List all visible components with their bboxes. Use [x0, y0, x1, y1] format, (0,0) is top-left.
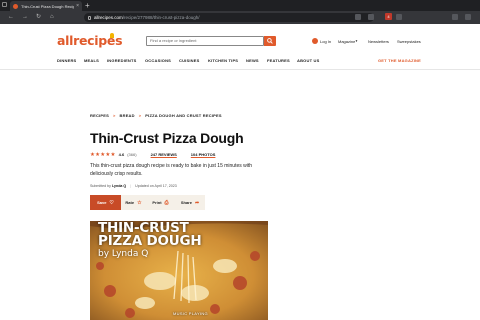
updated-date: Updated on April 17, 2023 [135, 184, 177, 188]
address-bar[interactable]: allrecipes.com /recipe/277988/thin-crust… [84, 13, 374, 22]
magazine-menu[interactable]: Magazine [338, 39, 355, 44]
rating-value: 4.6 [118, 152, 125, 157]
rate-button[interactable]: Rate ☆ [121, 195, 146, 210]
site-header: allrecipes Find a recipe or ingredient L… [0, 24, 480, 70]
reviews-link[interactable]: 247 REVIEWS [151, 152, 177, 157]
search-icon [267, 38, 273, 44]
profile-icon[interactable] [465, 14, 471, 20]
tab-search-icon[interactable] [2, 2, 7, 7]
print-label: Print [152, 200, 162, 205]
save-label: Save [97, 200, 107, 205]
recipe-video[interactable]: THIN-CRUST PIZZA DOUGH by Lynda Q MUSIC … [90, 221, 268, 320]
breadcrumb-pizza-dough[interactable]: PIZZA DOUGH AND CRUST RECIPES [145, 113, 221, 118]
heart-icon: ♡ [109, 199, 114, 206]
extension-badge-icon[interactable]: 4 [385, 13, 392, 20]
breadcrumb-bread[interactable]: BREAD [120, 113, 135, 118]
share-label: Share [180, 200, 192, 205]
home-icon[interactable]: ⌂ [50, 14, 54, 21]
rating-count: (366) [127, 152, 137, 157]
star-rating-icon: ★★★★★ [90, 151, 116, 158]
search-input[interactable]: Find a recipe or ingredient [146, 36, 264, 46]
share-page-icon[interactable] [355, 14, 361, 20]
print-button[interactable]: Print ⎙ [146, 195, 175, 210]
nav-news[interactable]: NEWS [246, 58, 259, 63]
bookmark-star-icon[interactable] [368, 14, 374, 20]
breadcrumb-recipes[interactable]: RECIPES [90, 113, 109, 118]
favicon-icon [13, 3, 18, 9]
nav-cuisines[interactable]: CUISINES [179, 58, 200, 63]
search-button[interactable] [264, 36, 276, 46]
nav-ingredients[interactable]: INGREDIENTS [107, 58, 137, 63]
url-path: /recipe/277988/thin-crust-pizza-dough/ [122, 15, 200, 20]
close-tab-icon[interactable]: × [76, 3, 79, 9]
breadcrumb: RECIPES > BREAD > PIZZA DOUGH AND CRUST RECI… [90, 113, 222, 118]
user-icon[interactable] [312, 38, 318, 44]
browser-toolbar: ← → ↻ ⌂ allrecipes.com /recipe/277988/th… [0, 11, 480, 24]
page-title: Thin-Crust Pizza Dough [90, 130, 244, 146]
sidebar-icon[interactable] [452, 14, 458, 20]
browser-tab-bar: Thin-Crust Pizza Dough Recip × + [0, 0, 480, 11]
sweepstakes-link[interactable]: Sweepstakes [397, 39, 421, 44]
printer-icon: ⎙ [164, 199, 169, 206]
nav-about-us[interactable]: ABOUT US [297, 58, 320, 63]
browser-tab[interactable]: Thin-Crust Pizza Dough Recip × [10, 1, 82, 11]
breadcrumb-separator: > [112, 113, 116, 118]
byline-divider: | [130, 184, 132, 188]
video-title: THIN-CRUST PIZZA DOUGH [98, 221, 202, 249]
forward-icon[interactable]: → [22, 14, 28, 21]
video-byline: by Lynda Q [98, 249, 149, 259]
music-caption: MUSIC PLAYING [173, 311, 208, 316]
newsletters-link[interactable]: Newsletters [368, 39, 389, 44]
get-magazine-link[interactable]: GET THE MAGAZINE [378, 58, 421, 63]
recipe-description: This thin-crust pizza dough recipe is re… [90, 163, 253, 177]
back-icon[interactable]: ← [8, 14, 14, 21]
lock-icon[interactable] [88, 15, 91, 20]
video-title-line2: PIZZA DOUGH [98, 233, 202, 249]
recipe-actions: Save ♡ Rate ☆ Print ⎙ Share ➦ [90, 195, 205, 210]
share-button[interactable]: Share ➦ [175, 195, 205, 210]
url-domain: allrecipes.com [94, 15, 123, 20]
author-link[interactable]: Lynda Q [112, 184, 126, 188]
rate-label: Rate [125, 200, 135, 205]
submitted-label: Submitted by [90, 184, 111, 188]
nav-kitchen-tips[interactable]: KITCHEN TIPS [208, 58, 238, 63]
save-button[interactable]: Save ♡ [90, 195, 121, 210]
nav-dinners[interactable]: DINNERS [57, 58, 76, 63]
new-tab-icon[interactable]: + [85, 1, 90, 10]
tab-title: Thin-Crust Pizza Dough Recip [21, 3, 75, 9]
chevron-down-icon[interactable]: ▼ [355, 39, 358, 43]
nav-occasions[interactable]: OCCASIONS [145, 58, 171, 63]
nav-meals[interactable]: MEALS [84, 58, 99, 63]
recipe-meta: ★★★★★ 4.6 (366) 247 REVIEWS 104 PHOTOS [90, 151, 215, 158]
star-icon: ☆ [137, 199, 142, 206]
nav-features[interactable]: FEATURES [267, 58, 290, 63]
breadcrumb-separator: > [138, 113, 142, 118]
photos-link[interactable]: 104 PHOTOS [191, 152, 216, 157]
recipe-byline: Submitted by Lynda Q | Updated on April … [90, 184, 177, 188]
share-icon: ➦ [194, 199, 200, 206]
logo-hat-icon [110, 33, 114, 38]
extension-icon[interactable] [396, 14, 402, 20]
reload-icon[interactable]: ↻ [36, 14, 41, 21]
login-link[interactable]: Log In [320, 39, 331, 44]
